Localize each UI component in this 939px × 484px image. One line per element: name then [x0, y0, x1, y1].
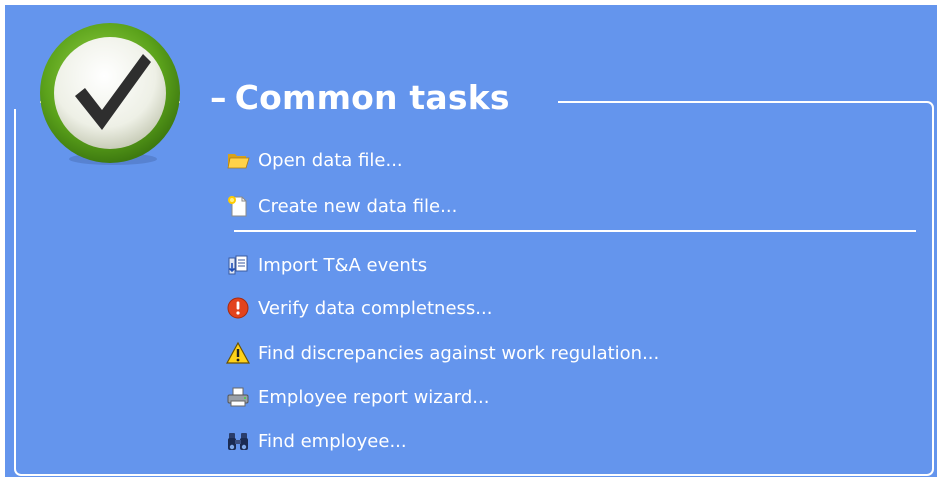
- task-label: Employee report wizard...: [258, 386, 490, 408]
- warning-icon: [226, 341, 250, 365]
- checkmark-icon: [35, 18, 185, 168]
- task-find-discrepancies[interactable]: Find discrepancies against work regulati…: [226, 339, 659, 367]
- new-file-icon: [226, 194, 250, 218]
- task-employee-report-wizard[interactable]: Employee report wizard...: [226, 383, 489, 411]
- task-open-data-file[interactable]: Open data file...: [226, 146, 403, 174]
- import-icon: [226, 253, 250, 277]
- separator: [234, 230, 916, 232]
- open-folder-icon: [226, 148, 250, 172]
- section-title-text: Common tasks: [234, 78, 510, 117]
- binoculars-icon: [226, 429, 250, 453]
- title-prefix: –: [210, 78, 227, 117]
- task-import-ta-events[interactable]: Import T&A events: [226, 251, 427, 279]
- task-label: Import T&A events: [258, 254, 428, 276]
- task-label: Find employee...: [258, 430, 407, 452]
- task-label: Create new data file...: [258, 195, 458, 217]
- task-create-new-data-file[interactable]: Create new data file...: [226, 192, 457, 220]
- error-icon: [226, 296, 250, 320]
- task-verify-data-completness[interactable]: Verify data completness...: [226, 294, 492, 322]
- task-label: Open data file...: [258, 149, 403, 171]
- task-label: Verify data completness...: [258, 297, 493, 319]
- section-title: – Common tasks: [210, 74, 510, 122]
- task-label: Find discrepancies against work regulati…: [258, 342, 660, 364]
- task-find-employee[interactable]: Find employee...: [226, 427, 407, 455]
- printer-icon: [226, 385, 250, 409]
